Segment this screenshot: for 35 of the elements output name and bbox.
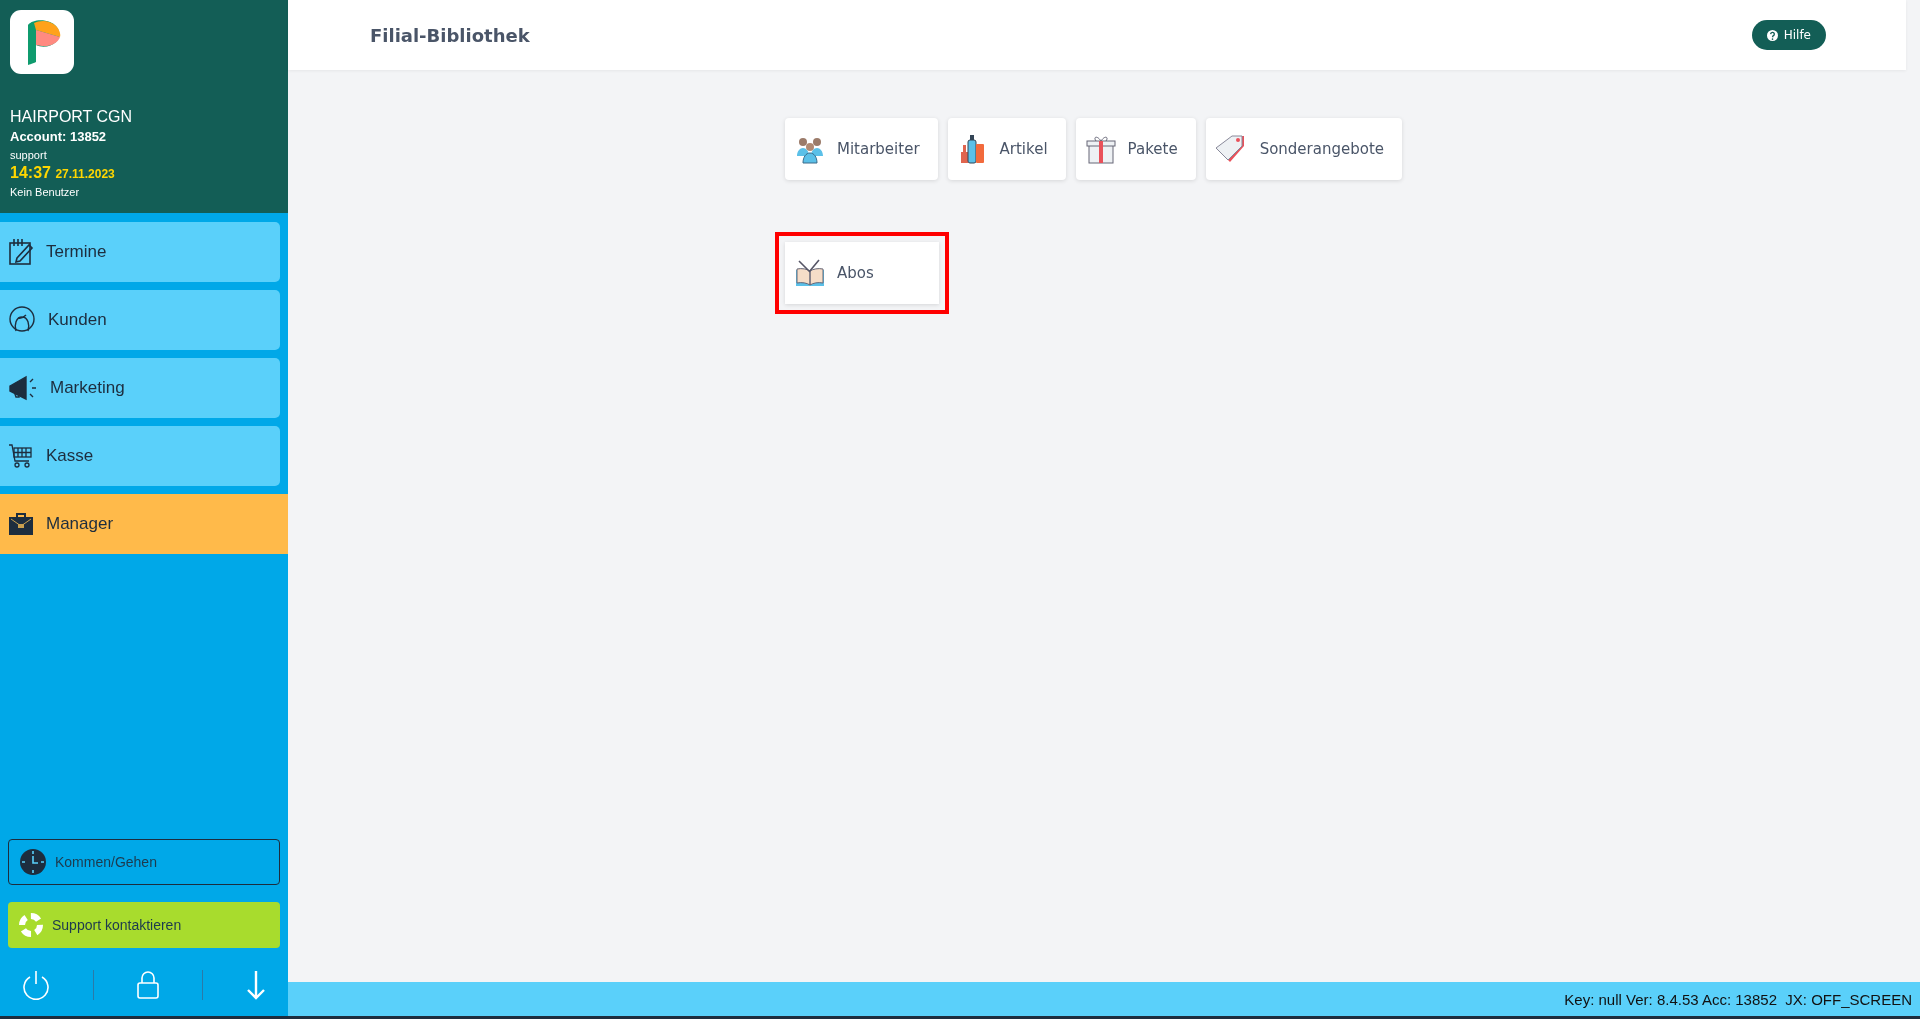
library-tile[interactable]: Sonderangebote <box>1205 118 1403 180</box>
nav-item[interactable]: Marketing <box>0 358 280 418</box>
user-status: Kein Benutzer <box>10 186 81 198</box>
person-head-icon <box>8 306 36 334</box>
current-time: 14:37 <box>10 164 51 181</box>
notepad-icon <box>8 238 34 266</box>
lock-icon[interactable] <box>136 971 159 999</box>
question-icon <box>1766 29 1778 41</box>
lifebuoy-icon <box>18 912 44 938</box>
page-title: Filial-Bibliothek <box>370 24 530 46</box>
open-book-icon <box>795 258 825 288</box>
user-name: support <box>10 149 48 161</box>
library-tile[interactable]: Artikel <box>947 118 1066 180</box>
down-arrow-icon[interactable] <box>246 970 267 1000</box>
power-icon[interactable] <box>21 970 50 1000</box>
nav-item[interactable]: Termine <box>0 222 280 282</box>
clock-in-button[interactable]: Kommen/Gehen <box>8 839 280 885</box>
megaphone-icon <box>8 374 38 402</box>
help-button[interactable]: Hilfe <box>1751 20 1826 50</box>
nav-item[interactable]: Manager <box>0 494 288 554</box>
current-date: 27.11.2023 <box>55 167 115 181</box>
app-logo <box>10 10 74 74</box>
library-tile[interactable]: Abos <box>785 242 939 304</box>
salon-name: HAIRPORT CGN <box>10 108 134 126</box>
status-text: Key: null Ver: 8.4.53 Acc: 13852 JX: OFF_SCREEN <box>1564 990 1912 1008</box>
cart-icon <box>8 443 34 469</box>
support-button[interactable]: Support kontaktieren <box>8 902 280 948</box>
nav-item[interactable]: Kasse <box>0 426 280 486</box>
account-number: Account: 13852 <box>10 129 108 144</box>
nav-item[interactable]: Kunden <box>0 290 280 350</box>
library-tile[interactable]: Mitarbeiter <box>785 118 938 180</box>
gift-box-icon <box>1085 134 1116 164</box>
library-tile[interactable]: Pakete <box>1075 118 1196 180</box>
clock-icon <box>19 848 47 876</box>
briefcase-icon <box>8 512 34 536</box>
